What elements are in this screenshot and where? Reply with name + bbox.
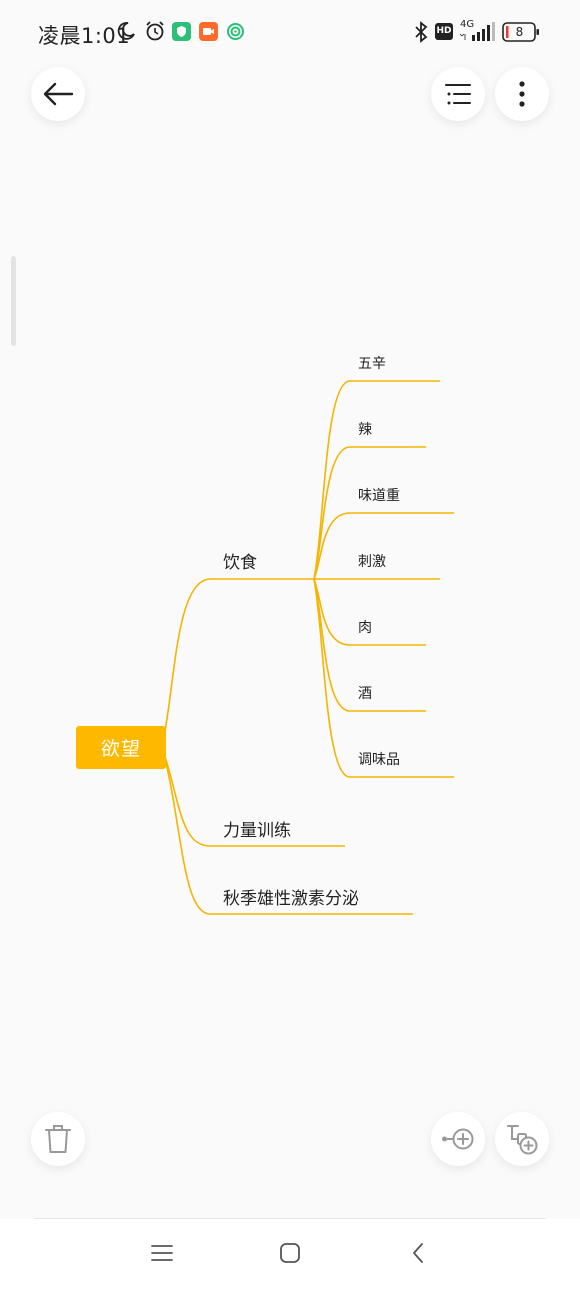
- chevron-left-icon: [413, 1243, 423, 1263]
- mindmap-connectors: [161, 380, 454, 915]
- home-square-icon: [280, 1243, 300, 1263]
- branch-node-autumn[interactable]: 秋季雄性激素分泌: [223, 884, 359, 909]
- branch-node-food[interactable]: 饮食: [223, 548, 257, 573]
- add-sibling-node-icon: [442, 1128, 474, 1150]
- system-back-button[interactable]: [398, 1233, 438, 1273]
- home-button[interactable]: [270, 1233, 310, 1273]
- add-child-node-icon: [507, 1125, 538, 1155]
- leaf-node[interactable]: 味道重: [358, 485, 400, 505]
- delete-node-button[interactable]: [31, 1112, 85, 1166]
- connector-root-strength: [161, 746, 211, 847]
- leaf-node[interactable]: 刺激: [358, 551, 386, 571]
- leaf-node[interactable]: 辣: [358, 419, 372, 439]
- leaf-node[interactable]: 五辛: [358, 353, 386, 373]
- leaf-node[interactable]: 酒: [358, 683, 372, 703]
- add-child-node-button[interactable]: [495, 1112, 549, 1166]
- system-nav-bar: [0, 1219, 580, 1289]
- branch-node-strength[interactable]: 力量训练: [223, 816, 291, 841]
- connector-root-food: [161, 578, 211, 748]
- leaf-node[interactable]: 调味品: [358, 749, 400, 769]
- menu-icon: [151, 1245, 173, 1261]
- add-sibling-node-button[interactable]: [431, 1112, 485, 1166]
- trash-icon: [45, 1125, 71, 1153]
- root-node[interactable]: 欲望: [76, 726, 166, 769]
- mindmap-canvas[interactable]: 欲望 饮食 力量训练 秋季雄性激素分泌 五辛 辣 味道重 刺激 肉 酒 调味品: [0, 0, 580, 1289]
- recent-apps-button[interactable]: [142, 1233, 182, 1273]
- leaf-node[interactable]: 肉: [358, 617, 372, 637]
